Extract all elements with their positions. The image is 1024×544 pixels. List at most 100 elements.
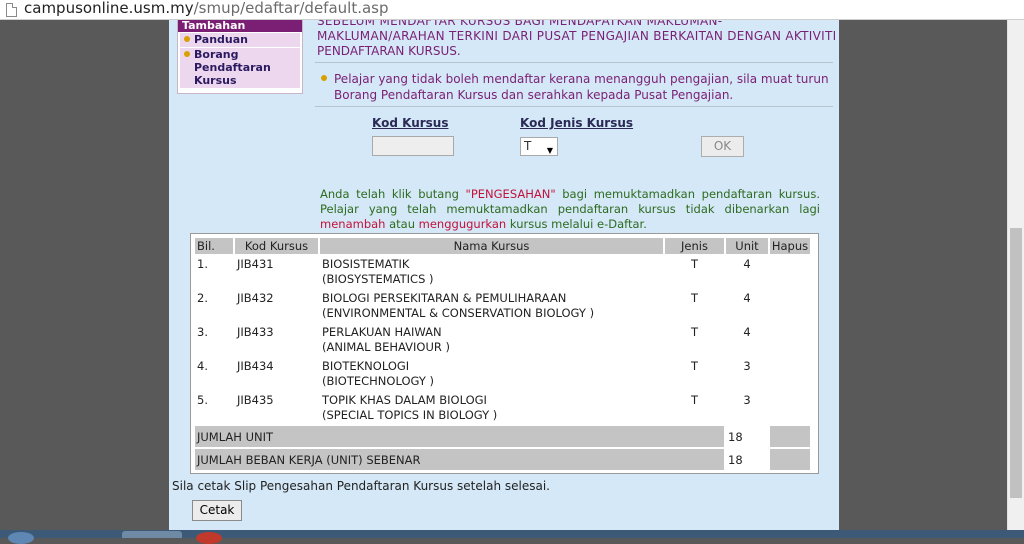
divider [315,106,833,107]
course-code: JIB435 [235,392,318,424]
actual-load-value: 18 [726,449,768,470]
course-unit: 3 [726,392,768,424]
actual-load-label: JUMLAH BEBAN KERJA (UNIT) SEBENAR [195,449,724,470]
total-units-row: JUMLAH UNIT 18 [195,426,810,447]
table-row: 4. JIB434 BIOTEKNOLOGI (BIOTECHNOLOGY ) T… [195,358,810,390]
bullet-icon [321,75,327,81]
confirm-highlight: menggugurkan [418,217,507,231]
course-type: T [665,358,724,390]
course-unit: 4 [726,256,768,288]
course-unit: 4 [726,290,768,322]
scrollbar-thumb[interactable] [1010,228,1022,498]
course-name-ms: PERLAKUAN HAIWAN [322,325,442,339]
course-unit: 4 [726,324,768,356]
print-button[interactable]: Cetak [192,500,242,521]
row-number: 5. [195,392,233,424]
deferred-students-notice: Pelajar yang tidak boleh mendaftar keran… [319,71,833,103]
taskbar-button[interactable] [122,531,182,538]
delete-cell [770,256,810,288]
course-name-ms: TOPIK KHAS DALAM BIOLOGI [322,393,487,407]
confirm-highlight: "PENGESAHAN" [465,187,556,201]
notice-line: PENDAFTARAN KURSUS. [317,44,461,58]
course-name-en: (BIOSYSTEMATICS ) [322,272,434,286]
table-row: 5. JIB435 TOPIK KHAS DALAM BIOLOGI (SPECI… [195,392,810,424]
edaftar-page: Tambahan Panduan Borang Pendaftaran Kurs… [169,20,839,530]
delete-cell [770,392,810,424]
total-units-value: 18 [726,426,768,447]
confirm-text: kursus melalui e-Daftar. [506,217,647,231]
column-header: Hapus [770,238,810,254]
course-name-ms: BIOTEKNOLOGI [322,359,410,373]
kod-jenis-kursus-select[interactable]: T ▼ [520,137,558,156]
course-name-ms: BIOLOGI PERSEKITARAN & PEMULIHARAAN [322,291,567,305]
course-code: JIB434 [235,358,318,390]
column-header: Unit [726,238,768,254]
column-header: Bil. [195,238,233,254]
course-unit: 3 [726,358,768,390]
bullet-icon [184,36,190,42]
column-header: Nama Kursus [320,238,663,254]
kod-jenis-kursus-label: Kod Jenis Kursus [520,116,634,130]
app-icon[interactable] [196,532,222,544]
kod-kursus-input[interactable] [372,136,454,156]
sidebar-item-label: Panduan [194,33,248,46]
delete-cell [770,358,810,390]
actual-load-row: JUMLAH BEBAN KERJA (UNIT) SEBENAR 18 [195,449,810,470]
ok-button[interactable]: OK [701,136,744,157]
course-type: T [665,290,724,322]
start-button-icon[interactable] [8,532,34,544]
row-number: 3. [195,324,233,356]
delete-cell [770,324,810,356]
course-name-en: (SPECIAL TOPICS IN BIOLOGY ) [322,408,498,422]
bullet-icon [184,51,190,57]
course-name-en: (ENVIRONMENTAL & CONSERVATION BIOLOGY ) [322,306,595,320]
sidebar-item-label-line: Borang [194,48,239,61]
page-scrollbar[interactable] [1007,20,1024,530]
course-code: JIB432 [235,290,318,322]
course-name: BIOSISTEMATIK (BIOSYSTEMATICS ) [320,256,663,288]
page-icon [6,3,17,17]
notice-text: Pelajar yang tidak boleh mendaftar keran… [334,72,829,102]
notice-line: SEBELUM MENDAFTAR KURSUS BAGI MENDAPATKA… [317,20,723,28]
course-type: T [665,256,724,288]
row-number: 4. [195,358,233,390]
sidebar-item-panduan[interactable]: Panduan [180,33,300,47]
table-header-row: Bil. Kod Kursus Nama Kursus Jenis Unit H… [195,238,810,254]
registered-courses-panel: Bil. Kod Kursus Nama Kursus Jenis Unit H… [190,233,819,474]
total-units-label: JUMLAH UNIT [195,426,724,447]
table-row: 2. JIB432 BIOLOGI PERSEKITARAN & PEMULIH… [195,290,810,322]
row-number: 2. [195,290,233,322]
confirm-text: atau [385,217,419,231]
column-header: Kod Kursus [235,238,318,254]
course-name-en: (ANIMAL BEHAVIOUR ) [322,340,450,354]
courses-table: Bil. Kod Kursus Nama Kursus Jenis Unit H… [193,236,812,472]
print-slip-note: Sila cetak Slip Pengesahan Pendaftaran K… [172,479,550,493]
sidebar-item-borang-pendaftaran[interactable]: Borang Pendaftaran Kursus [180,48,300,88]
confirmation-notice: Anda telah klik butang "PENGESAHAN" bagi… [320,187,820,232]
confirm-text: Anda telah klik butang [320,187,466,201]
kod-kursus-label: Kod Kursus [372,116,449,130]
registration-notice: SEBELUM MENDAFTAR KURSUS BAGI MENDAPATKA… [317,20,837,59]
notice-line: MAKLUMAN/ARAHAN TERKINI DARI PUSAT PENGA… [317,29,837,43]
course-type: T [665,324,724,356]
confirm-highlight: menambah [320,217,386,231]
course-code: JIB433 [235,324,318,356]
dropdown-arrow-icon: ▼ [546,146,553,155]
course-name: BIOLOGI PERSEKITARAN & PEMULIHARAAN (ENVI… [320,290,663,322]
select-value: T [524,139,532,153]
course-type: T [665,392,724,424]
column-header: Jenis [665,238,724,254]
divider [315,62,833,63]
table-row: 3. JIB433 PERLAKUAN HAIWAN (ANIMAL BEHAVI… [195,324,810,356]
row-number: 1. [195,256,233,288]
total-units-blank [770,426,810,447]
sidebar-header: Tambahan [178,20,302,32]
url-text[interactable]: campusonline.usm.my/smup/edaftar/default… [24,0,389,17]
table-row: 1. JIB431 BIOSISTEMATIK (BIOSYSTEMATICS )… [195,256,810,288]
url-host: campusonline.usm.my [24,0,194,17]
delete-cell [770,290,810,322]
sidebar-item-label-line: Pendaftaran [194,61,271,74]
browser-address-bar[interactable]: campusonline.usm.my/smup/edaftar/default… [0,0,1024,20]
actual-load-blank [770,449,810,470]
course-name-en: (BIOTECHNOLOGY ) [322,374,434,388]
